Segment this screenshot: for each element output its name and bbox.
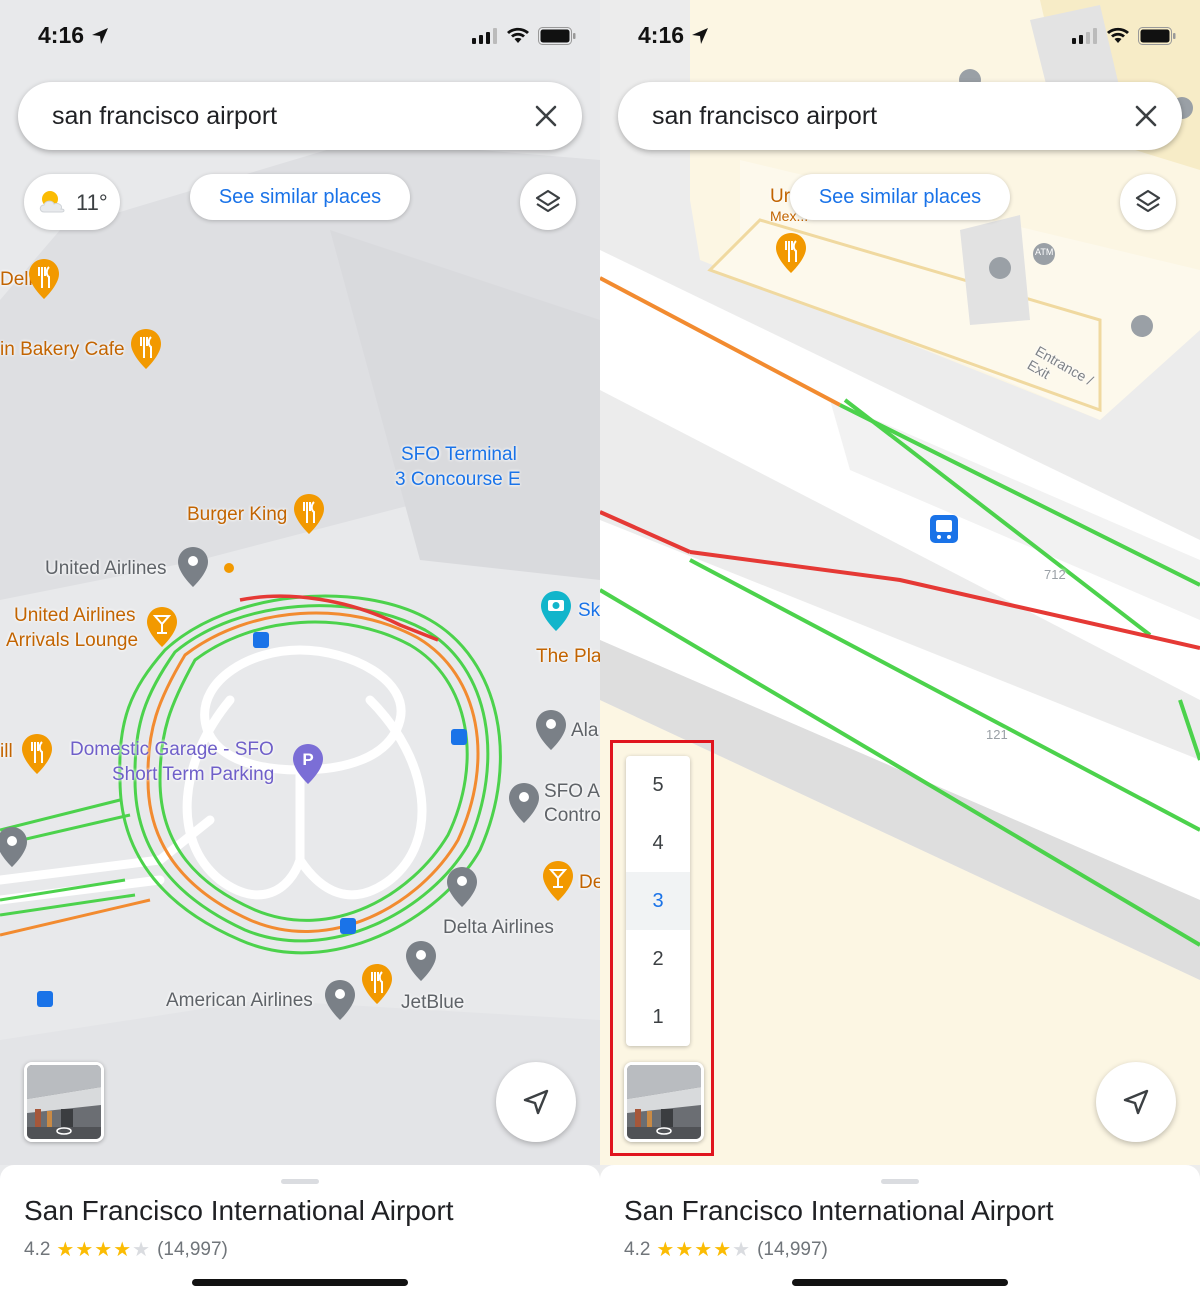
map-label-control-line2[interactable]: Contro (544, 805, 600, 827)
place-sheet[interactable]: San Francisco International Airport 4.2 … (600, 1165, 1200, 1299)
empty-star: ★ (132, 1239, 152, 1261)
map-label-garage-line2[interactable]: Short Term Parking (112, 764, 274, 786)
restaurant-pin-icon[interactable] (361, 963, 393, 1005)
right-screen: Ur Mex... Entrance / Exit ATM 712 121 4:… (600, 0, 1200, 1299)
restaurant-pin-icon[interactable] (775, 232, 807, 274)
place-name: San Francisco International Airport (624, 1195, 1054, 1226)
airline-pin-icon[interactable] (177, 546, 209, 588)
search-bar[interactable]: san francisco airport (18, 82, 582, 150)
search-query[interactable]: san francisco airport (652, 102, 877, 131)
camera-pin-icon[interactable] (540, 590, 572, 632)
map-label-sky[interactable]: Sk (578, 600, 600, 622)
status-time: 4:16 (38, 22, 85, 48)
status-bar: 4:16 (0, 18, 600, 54)
empty-star: ★ (732, 1239, 752, 1261)
weather-chip[interactable]: 11° (24, 174, 120, 230)
place-name: San Francisco International Airport (24, 1195, 454, 1226)
restaurant-pin-icon[interactable] (21, 733, 53, 775)
see-similar-places-button[interactable]: See similar places (790, 174, 1010, 220)
status-bar: 4:16 (600, 18, 1200, 54)
see-similar-places-button[interactable]: See similar places (190, 174, 410, 220)
street-view-thumbnail[interactable] (24, 1062, 104, 1142)
restaurant-pin-icon[interactable] (28, 258, 60, 300)
road-label-712: 712 (1044, 567, 1066, 582)
map-label-de[interactable]: De (579, 872, 600, 894)
map-label-american[interactable]: American Airlines (166, 990, 313, 1012)
road-label-121: 121 (986, 727, 1008, 742)
navigation-arrow-icon (1123, 1089, 1149, 1115)
floor-picker-highlight-box (610, 740, 714, 1156)
airline-pin-icon[interactable] (405, 940, 437, 982)
map-label-ur[interactable]: Ur (770, 186, 790, 208)
map-label-lounge-line1[interactable]: United Airlines (14, 605, 135, 627)
map-label-lounge-line2[interactable]: Arrivals Lounge (6, 630, 138, 652)
map-label-terminal-line1[interactable]: SFO Terminal (401, 444, 517, 466)
map-label-control-line1[interactable]: SFO A (544, 781, 600, 803)
map-label-grill[interactable]: ill (0, 741, 13, 763)
search-bar[interactable]: san francisco airport (618, 82, 1182, 150)
street-view-image (27, 1065, 101, 1139)
rating-value: 4.2 (624, 1238, 651, 1260)
map-label-burger-king[interactable]: Burger King (187, 504, 287, 526)
review-count[interactable]: (14,997) (757, 1239, 828, 1261)
battery-icon (538, 27, 576, 45)
wifi-icon (1107, 27, 1129, 43)
atm-icon[interactable]: ATM (1035, 247, 1053, 257)
airline-pin-icon[interactable] (446, 866, 478, 908)
status-time: 4:16 (638, 22, 685, 48)
sheet-drag-handle[interactable] (881, 1179, 919, 1184)
filled-stars: ★★★★ (56, 1239, 133, 1261)
parking-pin-icon[interactable]: P (292, 743, 324, 785)
my-location-button[interactable] (1096, 1062, 1176, 1142)
rating-value: 4.2 (24, 1238, 51, 1260)
cellular-signal-icon (1072, 28, 1097, 44)
map-label-terminal-line2[interactable]: 3 Concourse E (395, 469, 521, 491)
map-label-garage-line1[interactable]: Domestic Garage - SFO (70, 739, 274, 761)
svg-text:P: P (302, 750, 313, 769)
cellular-signal-icon (472, 28, 497, 44)
airline-pin-icon[interactable] (0, 826, 28, 868)
restaurant-pin-icon[interactable] (130, 328, 162, 370)
navigation-arrow-icon (523, 1089, 549, 1115)
map-label-united[interactable]: United Airlines (45, 558, 166, 580)
home-indicator (192, 1279, 408, 1286)
close-icon[interactable] (1134, 104, 1158, 128)
wifi-icon (507, 27, 529, 43)
layers-icon (535, 189, 561, 213)
place-sheet[interactable]: San Francisco International Airport 4.2 … (0, 1165, 600, 1299)
map-label-the-place[interactable]: The Pla (536, 646, 600, 668)
left-screen: Deli in Bakery Cafe SFO Terminal 3 Conco… (0, 0, 600, 1299)
layers-icon (1135, 189, 1161, 213)
location-arrow-icon (692, 28, 708, 44)
layers-button[interactable] (520, 174, 576, 230)
map-label-alaska[interactable]: Ala (571, 720, 598, 742)
location-arrow-icon (92, 28, 108, 44)
map-label-bakery[interactable]: in Bakery Cafe (0, 339, 125, 361)
rating-stars: ★★★★★ (56, 1237, 151, 1262)
rating-row: 4.2 ★★★★★ (14,997) (24, 1237, 228, 1262)
map-label-jetblue[interactable]: JetBlue (401, 992, 464, 1014)
airline-pin-icon[interactable] (324, 979, 356, 1021)
partly-cloudy-icon (39, 191, 65, 213)
layers-button[interactable] (1120, 174, 1176, 230)
rating-stars: ★★★★★ (656, 1237, 751, 1262)
lounge-pin-icon[interactable] (146, 606, 178, 648)
filled-stars: ★★★★ (656, 1239, 733, 1261)
weather-temp: 11° (76, 190, 108, 215)
lounge-pin-icon[interactable] (542, 860, 574, 902)
airline-pin-icon[interactable] (508, 782, 540, 824)
battery-icon (1138, 27, 1176, 45)
close-icon[interactable] (534, 104, 558, 128)
airline-pin-icon[interactable] (535, 709, 567, 751)
search-query[interactable]: san francisco airport (52, 102, 277, 131)
review-count[interactable]: (14,997) (157, 1239, 228, 1261)
sheet-drag-handle[interactable] (281, 1179, 319, 1184)
rating-row: 4.2 ★★★★★ (14,997) (624, 1237, 828, 1262)
map-label-delta[interactable]: Delta Airlines (443, 917, 554, 939)
my-location-button[interactable] (496, 1062, 576, 1142)
restaurant-pin-icon[interactable] (293, 493, 325, 535)
home-indicator (792, 1279, 1008, 1286)
